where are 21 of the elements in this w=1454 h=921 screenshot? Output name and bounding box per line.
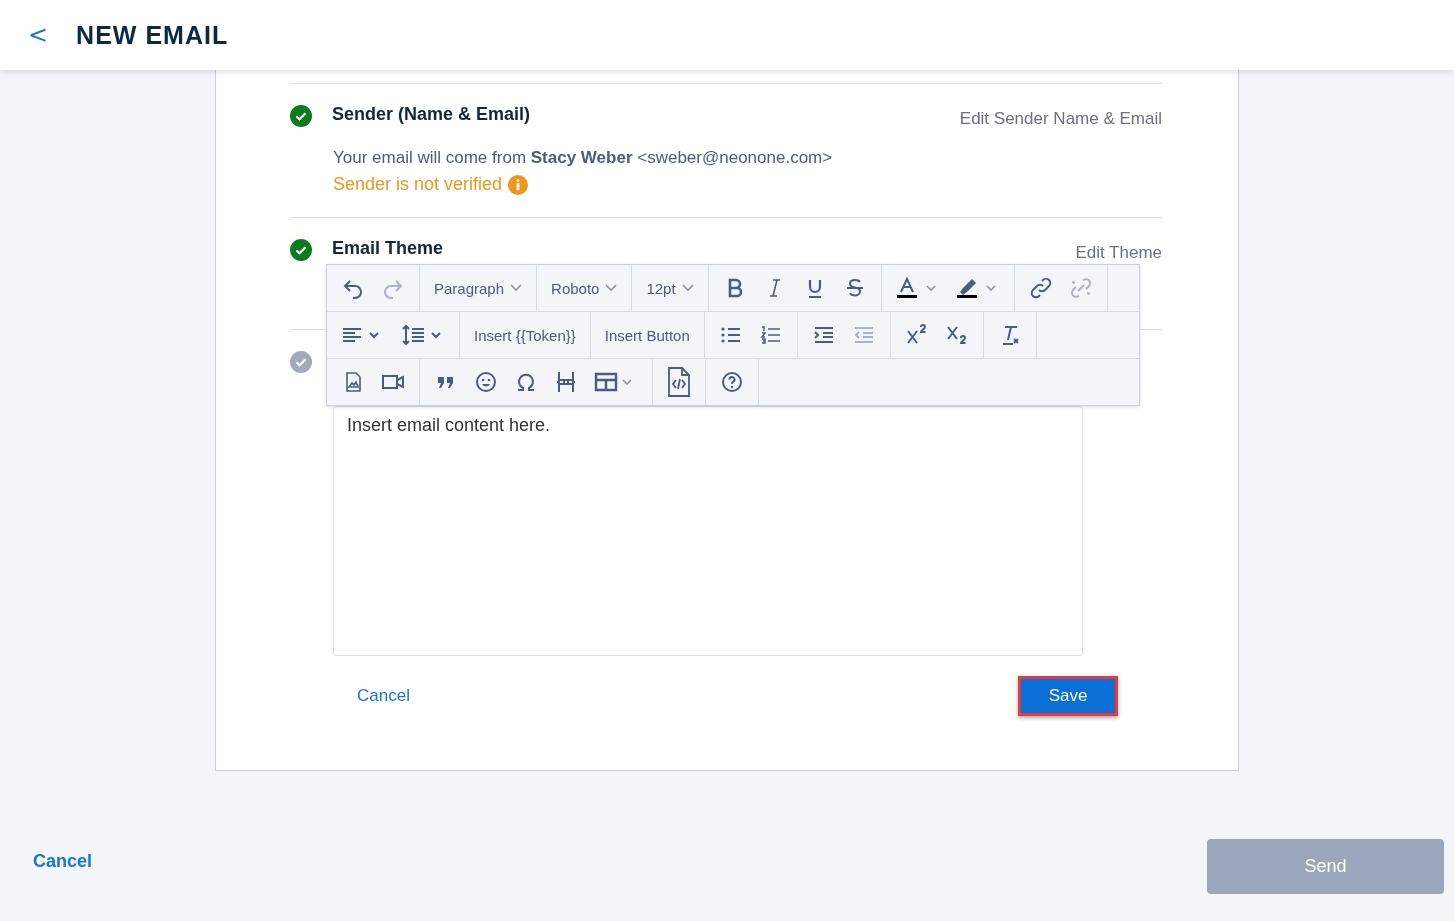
warning-text: Sender is not verified — [333, 174, 503, 195]
content-editor[interactable]: Insert email content here. — [333, 406, 1083, 656]
chevron-down-icon — [605, 284, 618, 292]
section-title: Email Theme — [332, 237, 445, 259]
chevron-down-icon — [681, 284, 694, 292]
save-button[interactable]: Save — [1018, 676, 1118, 716]
editor-text: Insert email content here. — [347, 415, 551, 435]
back-button[interactable]: < — [24, 21, 53, 49]
toolbar-dropdown[interactable]: 12pt — [642, 279, 698, 297]
section-title: Sender (Name & Email) — [332, 103, 532, 125]
chevron-down-icon — [510, 284, 523, 292]
edit-link[interactable]: Edit Sender Name & Email — [959, 109, 1162, 129]
edit-link[interactable]: Edit Theme — [1075, 243, 1162, 263]
sender-description: Your email will come from Stacy Weber <sweber@neonone.com> — [333, 148, 834, 168]
cancel-link[interactable]: Cancel — [33, 850, 93, 872]
toolbar-dropdown[interactable]: Roboto — [547, 279, 622, 297]
page-title: NEW EMAIL — [76, 20, 229, 50]
cancel-link[interactable]: Cancel — [357, 686, 410, 706]
toolbar-dropdown[interactable]: Paragraph — [430, 279, 527, 297]
toolbar-button[interactable]: Insert {{Token}} — [470, 326, 580, 344]
toolbar-button[interactable]: Insert Button — [600, 326, 694, 344]
